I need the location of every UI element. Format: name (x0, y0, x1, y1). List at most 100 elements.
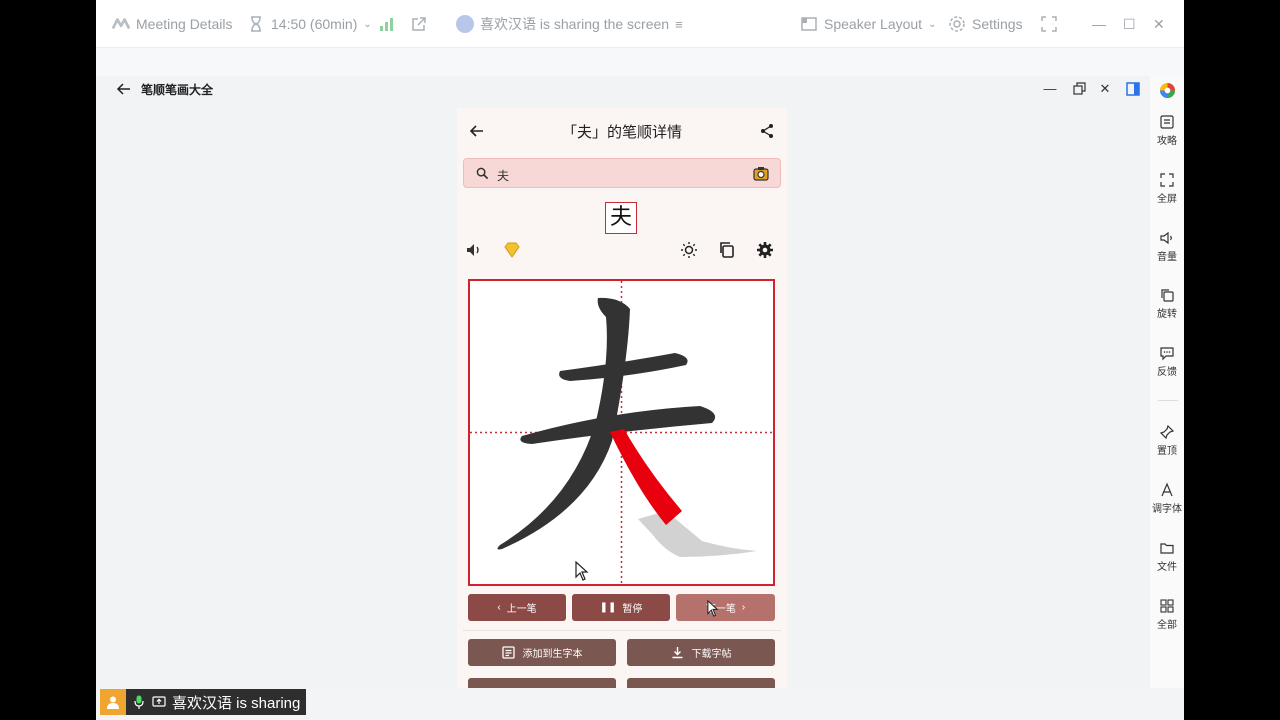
sidebar-item-label: 攻略 (1157, 136, 1177, 147)
meeting-details-label: Meeting Details (136, 16, 233, 32)
next-stroke-button[interactable]: 下一笔 › (676, 594, 775, 621)
screen-share-icon (152, 696, 166, 707)
app-restore-button[interactable] (1070, 80, 1088, 98)
pause-icon: ❚❚ (599, 602, 617, 613)
copy-icon[interactable] (718, 241, 736, 259)
sharing-indicator[interactable]: 喜欢汉语 is sharing (100, 689, 307, 715)
sidebar-item-label: 全部 (1157, 620, 1177, 631)
mouse-cursor-icon (575, 561, 589, 581)
sidebar-item-pin[interactable]: 置顶 (1150, 424, 1184, 457)
popout-button[interactable] (410, 0, 428, 48)
menu-icon: ≡ (675, 16, 683, 32)
guide-icon (1160, 115, 1174, 129)
mouse-cursor-icon (707, 600, 719, 617)
close-icon: ✕ (1153, 15, 1165, 32)
gear-icon (949, 16, 965, 32)
prev-stroke-label: 上一笔 (506, 604, 537, 615)
sidebar-item-label: 全屏 (1157, 194, 1177, 205)
stroke-order-canvas[interactable] (468, 279, 775, 586)
speaker-layout-label: Speaker Layout (824, 16, 923, 32)
sidebar-item-label: 文件 (1157, 562, 1177, 573)
download-copybook-button[interactable]: 下载字帖 (627, 639, 775, 666)
download-copybook-label: 下载字帖 (691, 649, 732, 660)
maximize-icon: ☐ (1123, 15, 1136, 32)
note-icon (501, 646, 515, 659)
camera-icon[interactable] (753, 166, 769, 181)
sidebar-item-label: 音量 (1157, 252, 1177, 263)
app-logo-icon (1159, 82, 1176, 99)
pause-button[interactable]: ❚❚ 暂停 (572, 594, 670, 621)
external-link-icon (412, 17, 426, 31)
speaker-layout-dropdown[interactable]: Speaker Layout ⌄ (800, 0, 936, 48)
sharing-status[interactable]: 喜欢汉语 is sharing the screen ≡ (456, 0, 683, 48)
prev-stroke-button[interactable]: ‹ 上一笔 (468, 594, 566, 621)
download-icon (672, 647, 682, 659)
meeting-time-label: 14:50 (60min) (271, 16, 358, 32)
back-arrow-icon[interactable] (116, 81, 132, 97)
sidebar-divider (1158, 400, 1178, 401)
search-input[interactable]: 夫 (463, 158, 781, 188)
character-strokes (470, 281, 773, 584)
settings-button[interactable]: Settings (948, 0, 1023, 48)
sidebar-item-fullscreen[interactable]: 全屏 (1150, 172, 1184, 205)
sidebar-item-guide[interactable]: 攻略 (1150, 114, 1184, 147)
app-minimize-button[interactable]: — (1041, 80, 1059, 98)
sharing-indicator-label: 喜欢汉语 is sharing (172, 694, 301, 712)
fullscreen-icon (1041, 16, 1057, 32)
volume-icon (1160, 231, 1172, 245)
sidebar-item-label: 置顶 (1157, 446, 1177, 457)
right-sidebar: 攻略 全屏 音量 旋转 反馈 置顶 调字体 文件 全部 (1150, 76, 1184, 688)
add-to-wordbook-button[interactable]: 添加到生字本 (468, 639, 616, 666)
app-window: 笔顺笔画大全 — ✕ 「夫」的笔顺详情 夫 夫 ‹ 上一笔 ❚❚ 暂停 下一笔 … (96, 76, 1150, 688)
meeting-details-button[interactable]: Meeting Details (112, 0, 233, 48)
search-value: 夫 (497, 169, 510, 183)
app-close-button[interactable]: ✕ (1096, 80, 1114, 98)
search-icon (476, 167, 489, 180)
app-title: 笔顺笔画大全 (141, 83, 214, 97)
more-action-button-2[interactable] (627, 678, 775, 688)
sidebar-item-all[interactable]: 全部 (1150, 598, 1184, 631)
stroke-pending (638, 511, 757, 557)
pin-icon (1159, 424, 1175, 440)
sidebar-toggle-icon[interactable] (1124, 80, 1142, 98)
page-title: 「夫」的笔顺详情 (561, 124, 682, 141)
sidebar-item-feedback[interactable]: 反馈 (1150, 345, 1184, 378)
gear-icon[interactable] (756, 241, 774, 259)
user-icon (100, 689, 126, 715)
sharer-avatar (456, 15, 474, 33)
signal-icon (380, 18, 393, 31)
sidebar-item-files[interactable]: 文件 (1150, 540, 1184, 573)
sidebar-item-volume[interactable]: 音量 (1150, 230, 1184, 263)
minimize-button[interactable]: — (1092, 0, 1106, 48)
fullscreen-button[interactable] (1040, 0, 1058, 48)
microphone-icon (134, 695, 144, 709)
sidebar-item-rotate[interactable]: 旋转 (1150, 287, 1184, 320)
meeting-time-dropdown[interactable]: 14:50 (60min) ⌄ (247, 0, 372, 48)
close-button[interactable]: ✕ (1153, 0, 1165, 48)
divider (463, 630, 781, 631)
meeting-screen: Meeting Details 14:50 (60min) ⌄ 喜欢汉语 is … (96, 0, 1184, 720)
diamond-icon[interactable] (503, 241, 521, 259)
maximize-button[interactable]: ☐ (1123, 0, 1136, 48)
signal-button[interactable] (378, 0, 396, 48)
phone-app: 「夫」的笔顺详情 夫 夫 ‹ 上一笔 ❚❚ 暂停 下一笔 › 添加到生字本 下载… (457, 108, 787, 688)
more-action-button-1[interactable] (468, 678, 616, 688)
meeting-logo-icon (112, 18, 130, 30)
share-icon[interactable] (759, 123, 775, 139)
fullscreen-icon (1160, 173, 1174, 187)
sidebar-item-label: 旋转 (1157, 309, 1177, 320)
speaker-icon[interactable] (465, 241, 483, 259)
shared-screen-top-band (96, 48, 1184, 76)
rotate-icon (1161, 289, 1174, 302)
sidebar-item-font[interactable]: 调字体 (1150, 482, 1184, 515)
chevron-down-icon: ⌄ (363, 18, 372, 30)
grid-icon (1160, 599, 1174, 613)
sidebar-item-label: 反馈 (1157, 367, 1177, 378)
sidebar-item-label: 调字体 (1152, 504, 1182, 515)
settings-label: Settings (972, 16, 1023, 32)
folder-icon (1160, 543, 1174, 554)
sharing-status-label: 喜欢汉语 is sharing the screen (480, 16, 670, 32)
brightness-icon[interactable] (680, 241, 698, 259)
add-to-wordbook-label: 添加到生字本 (522, 649, 583, 660)
selected-character[interactable]: 夫 (605, 202, 637, 234)
